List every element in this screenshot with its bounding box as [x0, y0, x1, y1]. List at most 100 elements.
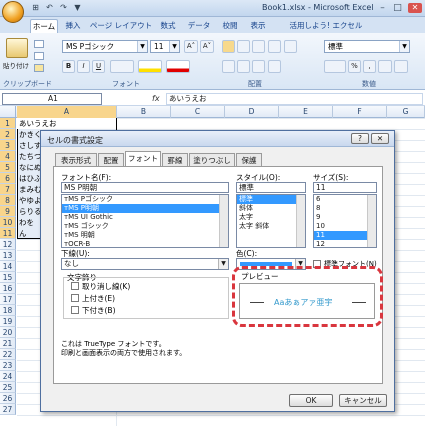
font-name-combo[interactable]: MS Pゴシック ▼ [62, 40, 148, 53]
row-header[interactable]: 18 [0, 305, 16, 316]
font-name-list[interactable]: ᴛMS Pゴシック ᴛMS P明朝 ᴛMS UI Gothic ᴛMS ゴシック… [61, 194, 229, 248]
column-header[interactable]: C [171, 106, 225, 118]
underline-select[interactable]: なし ▼ [61, 258, 229, 270]
orientation-icon[interactable] [268, 40, 281, 53]
column-header[interactable]: F [333, 106, 387, 118]
cell[interactable]: さしす [17, 140, 41, 151]
font-style-list[interactable]: 標準 斜体 太字 太字 斜体 [236, 194, 306, 248]
tab-border[interactable]: 罫線 [162, 153, 188, 166]
undo-icon[interactable]: ↶ [44, 3, 55, 13]
close-window-icon[interactable]: ✕ [408, 3, 422, 13]
scrollbar[interactable] [367, 195, 376, 247]
paste-icon[interactable] [6, 38, 28, 58]
qat-customize-icon[interactable]: ▼ [72, 3, 83, 13]
align-middle-icon[interactable] [237, 40, 250, 53]
maximize-icon[interactable]: □ [392, 3, 403, 13]
dialog-close-button[interactable]: ✕ [371, 133, 389, 144]
cell[interactable]: たちつ [17, 151, 42, 162]
list-item[interactable]: ᴛMS Pゴシック [62, 195, 228, 204]
list-item[interactable]: ᴛMS P明朝 [62, 204, 228, 213]
paste-button-label[interactable]: 貼り付け [3, 60, 29, 70]
tab-fill[interactable]: 塗りつぶし [189, 153, 235, 166]
borders-icon[interactable] [110, 60, 134, 73]
strikethrough-checkbox[interactable] [71, 282, 79, 290]
row-header[interactable]: 6 [0, 173, 16, 184]
row-header[interactable]: 19 [0, 316, 16, 327]
row-header[interactable]: 1 [0, 118, 16, 129]
scrollbar[interactable] [296, 195, 305, 247]
column-header[interactable]: G [387, 106, 425, 118]
align-center-icon[interactable] [237, 60, 250, 73]
percent-button[interactable]: % [348, 60, 361, 73]
tab-page-layout[interactable]: ページ レイアウト [88, 19, 154, 33]
column-header[interactable]: B [117, 106, 171, 118]
cancel-button[interactable]: キャンセル [339, 394, 387, 407]
cell[interactable]: ん [17, 228, 27, 239]
tab-data[interactable]: データ [184, 19, 214, 33]
select-all-corner[interactable] [0, 106, 16, 118]
tab-addin[interactable]: 活用しよう! エクセル [276, 19, 376, 33]
merge-icon[interactable] [268, 60, 281, 73]
column-header[interactable]: E [279, 106, 333, 118]
tab-font[interactable]: フォント [125, 151, 161, 166]
row-header[interactable]: 21 [0, 338, 16, 349]
row-header[interactable]: 26 [0, 393, 16, 404]
row-header[interactable]: 16 [0, 283, 16, 294]
row-header[interactable]: 24 [0, 371, 16, 382]
number-format-combo[interactable]: 標準 ▼ [324, 40, 410, 53]
cut-icon[interactable] [34, 40, 44, 48]
list-item[interactable]: ᴛMS 明朝 [62, 231, 228, 240]
underline-button[interactable]: U [92, 60, 105, 73]
list-item[interactable]: ᴛMS ゴシック [62, 222, 228, 231]
grow-font-button[interactable]: A˄ [184, 40, 198, 53]
cell[interactable]: かきく [17, 129, 42, 140]
font-style-input[interactable]: 標準 [236, 182, 306, 193]
font-size-input[interactable]: 11 [313, 182, 377, 193]
tab-formulas[interactable]: 数式 [156, 19, 180, 33]
font-color-icon[interactable] [166, 60, 190, 73]
font-name-input[interactable]: MS P明朝 [61, 182, 229, 193]
row-header[interactable]: 9 [0, 206, 16, 217]
cell[interactable]: やゆよ [17, 195, 42, 206]
tab-review[interactable]: 校閲 [218, 19, 242, 33]
row-header[interactable]: 7 [0, 184, 16, 195]
row-header[interactable]: 25 [0, 382, 16, 393]
increase-decimal-icon[interactable] [378, 60, 392, 73]
fx-icon[interactable]: fx [152, 94, 160, 103]
help-button[interactable]: ? [351, 133, 369, 144]
row-header[interactable]: 3 [0, 140, 16, 151]
scrollbar[interactable] [219, 195, 228, 247]
formula-input[interactable]: あいうえお [166, 93, 423, 105]
row-header[interactable]: 14 [0, 261, 16, 272]
shrink-font-button[interactable]: A˅ [200, 40, 214, 53]
list-item[interactable]: 斜体 [237, 204, 305, 213]
row-header[interactable]: 27 [0, 404, 16, 415]
column-header[interactable]: D [225, 106, 279, 118]
tab-number[interactable]: 表示形式 [55, 153, 97, 166]
wrap-text-icon[interactable] [284, 40, 297, 53]
cell[interactable]: なにぬ [17, 162, 42, 173]
currency-icon[interactable] [324, 60, 346, 73]
list-item[interactable]: 標準 [237, 195, 305, 204]
list-item[interactable]: ᴛOCR-B [62, 240, 228, 247]
row-header[interactable]: 8 [0, 195, 16, 206]
ok-button[interactable]: OK [289, 394, 333, 407]
align-bottom-icon[interactable] [252, 40, 265, 53]
row-header[interactable]: 15 [0, 272, 16, 283]
tab-protection[interactable]: 保護 [236, 153, 262, 166]
list-item[interactable]: 太字 斜体 [237, 222, 305, 231]
row-header[interactable]: 10 [0, 217, 16, 228]
list-item[interactable]: ᴛMS UI Gothic [62, 213, 228, 222]
font-size-combo[interactable]: 11 ▼ [150, 40, 180, 53]
row-header[interactable]: 23 [0, 360, 16, 371]
decrease-decimal-icon[interactable] [394, 60, 408, 73]
cell-a1[interactable]: あいうえお [17, 118, 116, 129]
tab-insert[interactable]: 挿入 [62, 19, 84, 33]
save-icon[interactable]: ⊞ [30, 3, 41, 13]
list-item[interactable]: 太字 [237, 213, 305, 222]
copy-icon[interactable] [34, 52, 44, 60]
format-painter-icon[interactable] [34, 64, 44, 72]
cell[interactable]: はひふ [17, 173, 42, 184]
align-left-icon[interactable] [222, 60, 235, 73]
bold-button[interactable]: B [62, 60, 75, 73]
